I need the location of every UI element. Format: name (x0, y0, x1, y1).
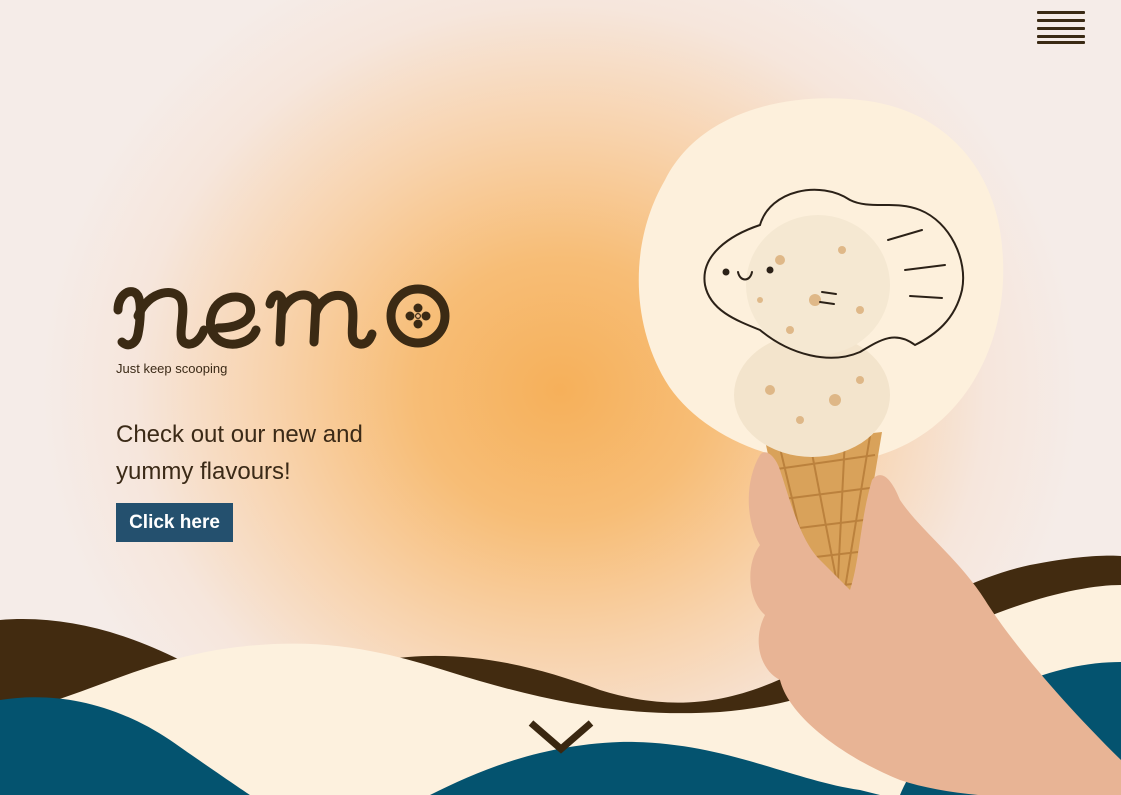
hero-headline: Check out our new and yummy flavours! (116, 421, 363, 485)
ice-cream-cone-image (703, 188, 1121, 795)
tagline: Just keep scooping (116, 361, 228, 376)
menu-line (1037, 41, 1085, 44)
hero-section: Just keep scooping Check out our new and… (0, 0, 1121, 795)
menu-line (1037, 19, 1085, 22)
click-here-button[interactable]: Click here (116, 503, 233, 542)
menu-line (1037, 11, 1085, 14)
chevron-down-icon[interactable] (525, 715, 597, 757)
menu-line (1037, 27, 1085, 30)
hamburger-menu-icon[interactable] (1036, 9, 1086, 47)
nemo-logo (113, 284, 450, 350)
menu-line (1037, 35, 1085, 38)
